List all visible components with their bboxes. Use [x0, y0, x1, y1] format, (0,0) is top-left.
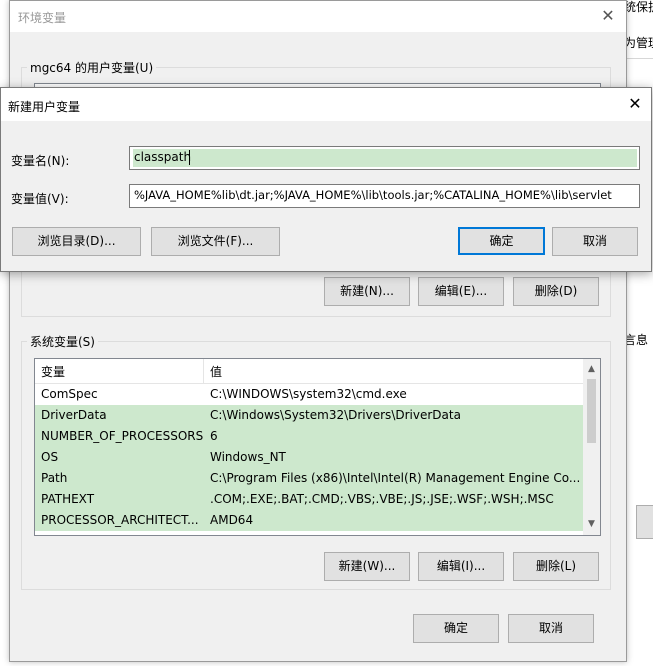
- row-variable-name: Path: [41, 471, 68, 485]
- row-variable-name: DriverData: [41, 408, 107, 422]
- background-button: [636, 505, 653, 539]
- table-row[interactable]: DriverData C:\Windows\System32\Drivers\Dr…: [35, 405, 583, 426]
- table-row[interactable]: ComSpec C:\WINDOWS\system32\cmd.exe: [35, 384, 583, 405]
- row-variable-value: C:\Windows\System32\Drivers\DriverData: [210, 408, 461, 422]
- table-row[interactable]: OS Windows_NT: [35, 447, 583, 468]
- column-header-value[interactable]: 值: [210, 363, 222, 380]
- variable-name-value: classpath: [134, 150, 192, 164]
- env-cancel-button[interactable]: 取消: [508, 614, 594, 643]
- user-delete-button[interactable]: 删除(D): [513, 277, 599, 306]
- row-variable-value: C:\Program Files (x86)\Intel\Intel(R) Ma…: [210, 471, 581, 485]
- column-separator[interactable]: [203, 359, 204, 383]
- system-delete-button[interactable]: 删除(L): [513, 552, 599, 581]
- row-variable-name: ComSpec: [41, 387, 98, 401]
- row-variable-name: NUMBER_OF_PROCESSORS: [41, 429, 204, 443]
- newvar-cancel-button[interactable]: 取消: [552, 227, 638, 256]
- system-new-button[interactable]: 新建(W)...: [324, 552, 410, 581]
- vertical-scrollbar[interactable]: ▲ ▼: [583, 359, 600, 535]
- variable-name-input[interactable]: classpath: [129, 146, 640, 170]
- background-text-1: 统保护: [624, 0, 653, 14]
- text-selection: [133, 149, 637, 167]
- user-new-button[interactable]: 新建(N)...: [324, 277, 410, 306]
- row-variable-name: OS: [41, 450, 59, 464]
- browse-file-button[interactable]: 浏览文件(F)...: [151, 227, 280, 256]
- table-row[interactable]: NUMBER_OF_PROCESSORS 6: [35, 426, 583, 447]
- column-header-variable[interactable]: 变量: [41, 363, 65, 380]
- chevron-down-icon[interactable]: ▼: [583, 516, 600, 533]
- row-variable-name: PATHEXT: [41, 492, 95, 506]
- env-dialog-title: 环境变量: [18, 11, 67, 25]
- user-edit-button[interactable]: 编辑(E)...: [418, 277, 504, 306]
- background-text-2: 为管理: [624, 36, 653, 50]
- variable-value-value: %JAVA_HOME%lib\dt.jar;%JAVA_HOME%\lib\to…: [134, 188, 612, 202]
- table-row[interactable]: Path C:\Program Files (x86)\Intel\Intel(R…: [35, 468, 583, 489]
- close-icon[interactable]: ✕: [625, 94, 645, 114]
- env-ok-button[interactable]: 确定: [413, 614, 499, 643]
- scrollbar-thumb[interactable]: [587, 379, 596, 443]
- browse-directory-button[interactable]: 浏览目录(D)...: [12, 227, 141, 256]
- variable-name-label: 变量名(N):: [11, 154, 70, 168]
- row-variable-value: .COM;.EXE;.BAT;.CMD;.VBS;.VBE;.JS;.JSE;.…: [210, 492, 554, 506]
- user-vars-group-label: mgc64 的用户变量(U): [27, 59, 157, 76]
- variable-value-input[interactable]: %JAVA_HOME%lib\dt.jar;%JAVA_HOME%\lib\to…: [129, 184, 640, 208]
- chevron-up-icon[interactable]: ▲: [583, 361, 600, 378]
- newvar-titlebar: 新建用户变量 ✕: [1, 88, 651, 121]
- system-vars-group-label: 系统变量(S): [27, 333, 98, 350]
- newvar-ok-button[interactable]: 确定: [458, 227, 545, 255]
- text-caret: [189, 150, 190, 165]
- row-variable-value: Windows_NT: [210, 450, 286, 464]
- system-edit-button[interactable]: 编辑(I)...: [418, 552, 504, 581]
- row-variable-value: 6: [210, 429, 218, 443]
- background-divider: [625, 58, 653, 59]
- new-user-variable-dialog: 新建用户变量 ✕ 变量名(N): classpath 变量值(V): %JAVA…: [0, 87, 652, 272]
- row-variable-name: PROCESSOR_ARCHITECT...: [41, 513, 199, 527]
- table-row[interactable]: PATHEXT .COM;.EXE;.BAT;.CMD;.VBS;.VBE;.JS…: [35, 489, 583, 510]
- row-variable-value: C:\WINDOWS\system32\cmd.exe: [210, 387, 407, 401]
- system-rows: ComSpec C:\WINDOWS\system32\cmd.exe Driver…: [35, 384, 600, 531]
- list-header: 变量 值: [35, 359, 600, 384]
- newvar-dialog-title: 新建用户变量: [8, 100, 81, 114]
- system-vars-list[interactable]: 变量 值 ComSpec C:\WINDOWS\system32\cmd.exe D…: [34, 358, 601, 536]
- variable-value-label: 变量值(V):: [11, 192, 69, 206]
- row-variable-value: AMD64: [210, 513, 254, 527]
- background-text-3: 言息: [624, 333, 649, 347]
- close-icon[interactable]: ✕: [598, 6, 618, 26]
- env-titlebar: 环境变量 ✕: [10, 1, 626, 32]
- table-row[interactable]: PROCESSOR_ARCHITECT... AMD64: [35, 510, 583, 531]
